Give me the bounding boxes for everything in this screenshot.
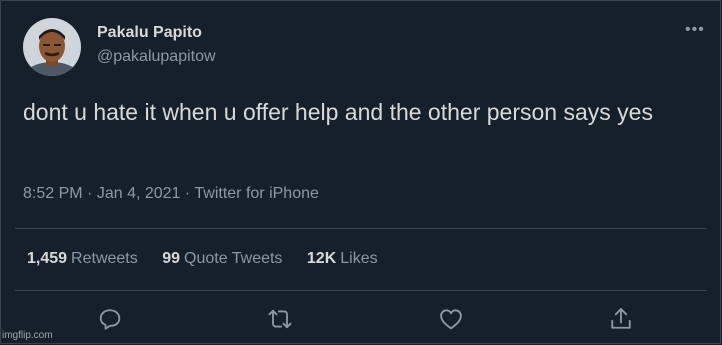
divider	[15, 290, 707, 291]
like-icon[interactable]	[437, 305, 465, 333]
share-icon[interactable]	[607, 305, 635, 333]
tweet-source[interactable]: Twitter for iPhone	[194, 185, 319, 202]
likes-label: Likes	[340, 250, 378, 267]
more-horizontal-icon[interactable]: •••	[685, 21, 705, 39]
meta-separator: ·	[87, 185, 93, 202]
reply-icon[interactable]	[96, 305, 124, 333]
likes-stat[interactable]: 12K Likes	[307, 250, 378, 268]
meta-separator: ·	[184, 185, 191, 202]
tweet-text: dont u hate it when u offer help and the…	[23, 99, 653, 125]
tweet-card: Pakalu Papito @pakalupapitow ••• dont u …	[0, 0, 721, 344]
likes-count: 12K	[306, 250, 337, 267]
tweet-time[interactable]: 8:52 PM	[23, 185, 83, 202]
tweet-stats: 1,459 Retweets 99 Quote Tweets 12K Likes	[27, 250, 398, 268]
avatar[interactable]	[23, 18, 81, 76]
retweets-stat[interactable]: 1,459 Retweets	[27, 250, 138, 268]
quote-tweets-count: 99	[162, 250, 180, 267]
tweet-meta: 8:52 PM · Jan 4, 2021 · Twitter for iPho…	[23, 185, 319, 203]
quote-tweets-label: Quote Tweets	[184, 250, 283, 267]
avatar-image	[23, 18, 81, 76]
quote-tweets-stat[interactable]: 99 Quote Tweets	[162, 250, 282, 268]
display-name[interactable]: Pakalu Papito	[97, 24, 202, 42]
user-handle[interactable]: @pakalupapitow	[97, 48, 216, 66]
watermark: imgflip.com	[2, 330, 53, 341]
tweet-date[interactable]: Jan 4, 2021	[97, 185, 181, 202]
retweet-icon[interactable]	[266, 305, 294, 333]
divider	[15, 228, 707, 229]
retweets-label: Retweets	[71, 250, 138, 267]
retweets-count: 1,459	[27, 250, 68, 267]
